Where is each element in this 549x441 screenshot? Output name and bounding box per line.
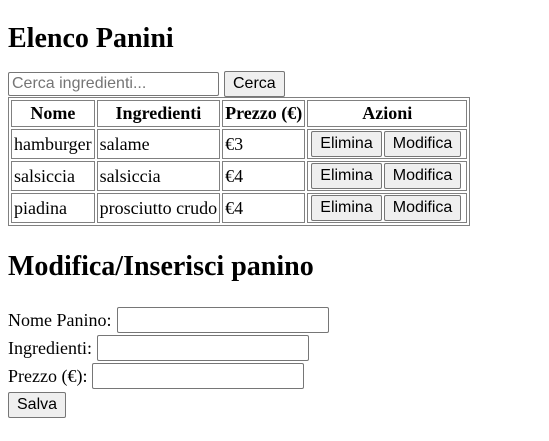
table-row: piadina prosciutto crudo €4 Elimina Modif… bbox=[11, 193, 468, 223]
cell-nome: salsiccia bbox=[11, 161, 95, 191]
nome-label: Nome Panino: bbox=[8, 309, 112, 330]
panini-table: Nome Ingredienti Prezzo (€) Azioni hambu… bbox=[8, 97, 471, 226]
cell-prezzo: €4 bbox=[222, 193, 306, 223]
cell-azioni: Elimina Modifica bbox=[307, 193, 468, 223]
form-row-nome: Nome Panino: bbox=[8, 306, 541, 334]
prezzo-label: Prezzo (€): bbox=[8, 365, 88, 386]
search-button[interactable]: Cerca bbox=[224, 71, 285, 97]
table-header-row: Nome Ingredienti Prezzo (€) Azioni bbox=[11, 100, 468, 127]
edit-button[interactable]: Modifica bbox=[383, 163, 462, 189]
column-header-nome: Nome bbox=[11, 100, 95, 127]
edit-button[interactable]: Modifica bbox=[383, 195, 462, 221]
delete-button[interactable]: Elimina bbox=[311, 163, 382, 189]
form-row-prezzo: Prezzo (€): bbox=[8, 362, 541, 390]
panino-form: Nome Panino: Ingredienti: Prezzo (€): Sa… bbox=[8, 306, 541, 418]
page: Elenco Panini Cerca Nome Ingredienti Pre… bbox=[0, 0, 549, 441]
cell-ingredienti: salsiccia bbox=[96, 161, 221, 191]
ingredienti-label: Ingredienti: bbox=[8, 337, 92, 358]
table-row: salsiccia salsiccia €4 Elimina Modifica bbox=[11, 161, 468, 191]
table-row: hamburger salame €3 Elimina Modifica bbox=[11, 129, 468, 159]
delete-button[interactable]: Elimina bbox=[311, 195, 382, 221]
ingredienti-field[interactable] bbox=[96, 335, 309, 361]
cell-ingredienti: salame bbox=[96, 129, 221, 159]
search-bar: Cerca bbox=[8, 71, 541, 97]
form-row-ingredienti: Ingredienti: bbox=[8, 334, 541, 362]
cell-prezzo: €3 bbox=[222, 129, 306, 159]
nome-field[interactable] bbox=[116, 307, 329, 333]
cell-azioni: Elimina Modifica bbox=[307, 129, 468, 159]
search-input[interactable] bbox=[8, 72, 219, 96]
cell-prezzo: €4 bbox=[222, 161, 306, 191]
list-title: Elenco Panini bbox=[8, 23, 174, 54]
cell-ingredienti: prosciutto crudo bbox=[96, 193, 221, 223]
delete-button[interactable]: Elimina bbox=[311, 131, 382, 157]
column-header-azioni: Azioni bbox=[307, 100, 468, 127]
edit-button[interactable]: Modifica bbox=[383, 131, 462, 157]
cell-nome: piadina bbox=[11, 193, 95, 223]
column-header-prezzo: Prezzo (€) bbox=[222, 100, 306, 127]
prezzo-field[interactable] bbox=[92, 363, 305, 389]
cell-nome: hamburger bbox=[11, 129, 95, 159]
form-title: Modifica/Inserisci panino bbox=[8, 251, 314, 282]
cell-azioni: Elimina Modifica bbox=[307, 161, 468, 191]
column-header-ingredienti: Ingredienti bbox=[96, 100, 221, 127]
save-button[interactable]: Salva bbox=[8, 392, 67, 418]
